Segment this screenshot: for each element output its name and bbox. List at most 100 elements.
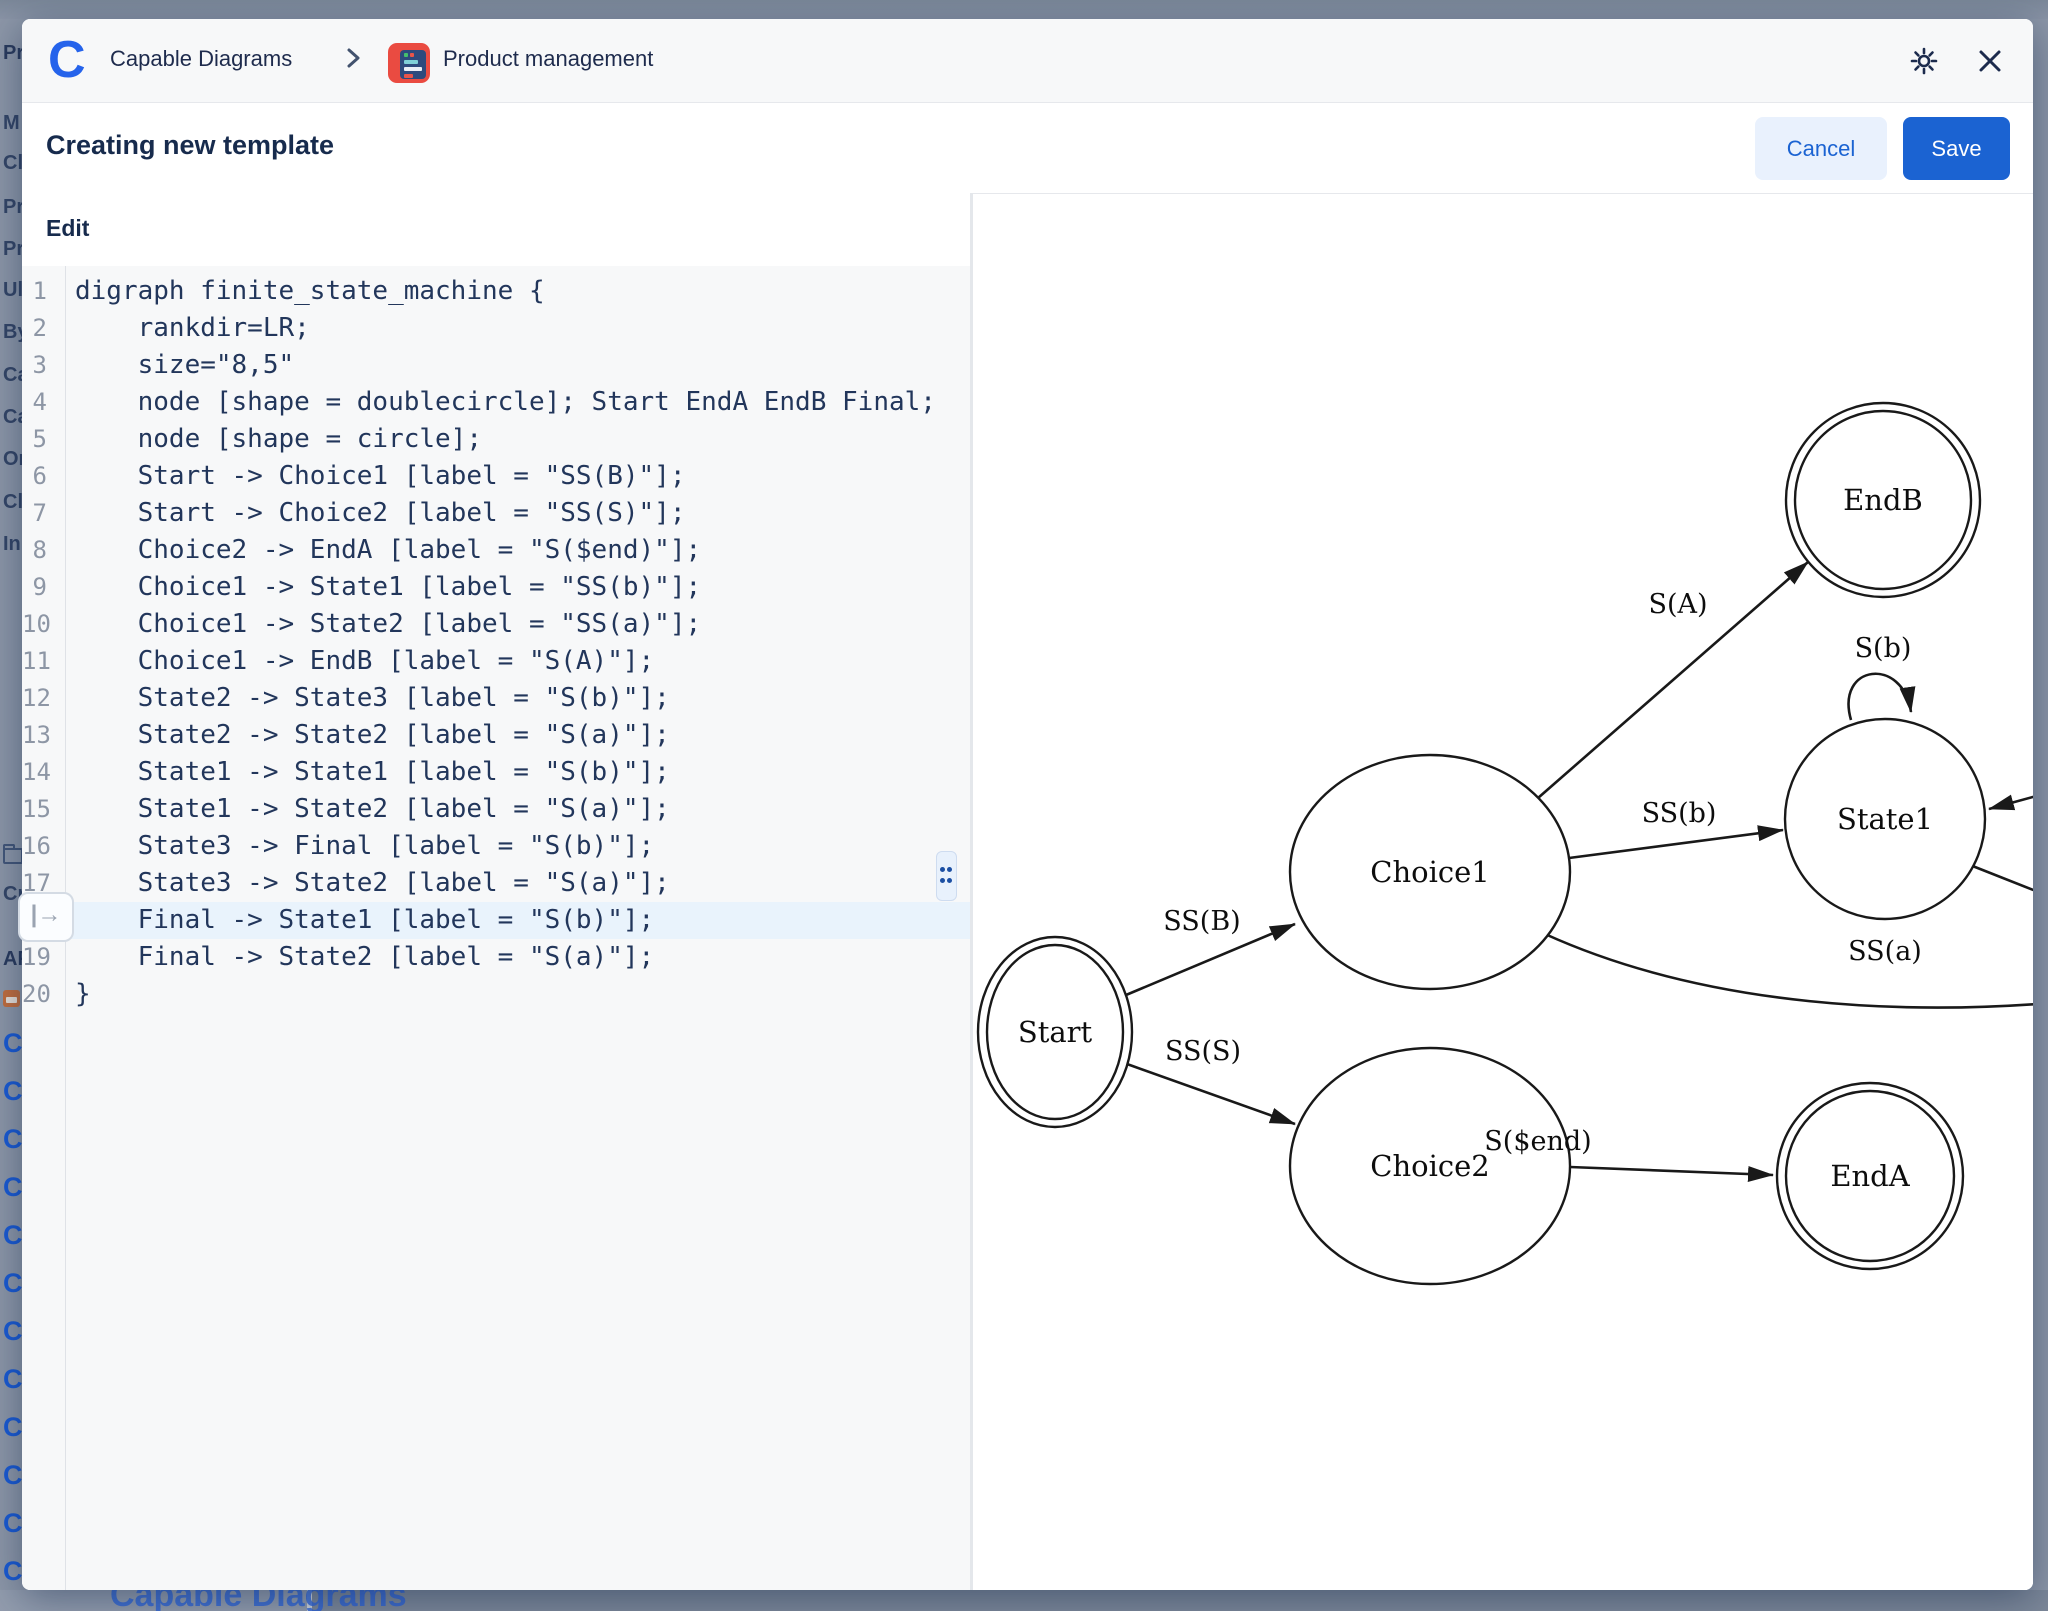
- dimmed-page-sidebar-strip: PrMClPrPrUlByCaCaOrClInCrAPCCCCCCCCCCCC: [0, 0, 22, 1611]
- sidebar-item-fragment: Cl: [3, 152, 22, 175]
- code-line[interactable]: 17 State3 -> State2 [label = "S(a)"];: [22, 865, 970, 902]
- sidebar-item-fragment: Ul: [3, 279, 22, 302]
- save-button[interactable]: Save: [1903, 117, 2010, 180]
- code-text: Start -> Choice1 [label = "SS(B)"];: [75, 458, 685, 495]
- line-number: 5: [22, 421, 47, 458]
- code-line[interactable]: 7 Start -> Choice2 [label = "SS(S)"];: [22, 495, 970, 532]
- cancel-button[interactable]: Cancel: [1755, 117, 1887, 180]
- line-number: 11: [22, 643, 47, 680]
- dimmed-page-top-strip: [0, 0, 2048, 19]
- edge-label: SS(a): [1848, 936, 1922, 967]
- code-line[interactable]: 6 Start -> Choice1 [label = "SS(B)"];: [22, 458, 970, 495]
- sidebar-item-fragment: Ca: [3, 406, 22, 429]
- code-text: Start -> Choice2 [label = "SS(S)"];: [75, 495, 685, 532]
- code-text: Choice1 -> EndB [label = "S(A)"];: [75, 643, 654, 680]
- code-line[interactable]: 5 node [shape = circle];: [22, 421, 970, 458]
- sidebar-item-fragment: M: [3, 112, 20, 135]
- sidebar-logo-icon: C: [3, 1220, 22, 1251]
- line-number: 9: [22, 569, 47, 606]
- sidebar-logo-icon: C: [3, 1508, 22, 1539]
- code-line[interactable]: 20}: [22, 976, 970, 1013]
- code-line[interactable]: 11 Choice1 -> EndB [label = "S(A)"];: [22, 643, 970, 680]
- diagram-preview: StartChoice1Choice2State1EndBEndA SS(B)S…: [973, 266, 2033, 1590]
- state-machine-diagram: StartChoice1Choice2State1EndBEndA SS(B)S…: [973, 266, 2033, 1590]
- code-text: Final -> State1 [label = "S(b)"];: [75, 902, 654, 939]
- code-text: size="8,5": [75, 347, 294, 384]
- code-text: digraph finite_state_machine {: [75, 273, 545, 310]
- sidebar-item-fragment: Pr: [3, 238, 22, 261]
- modal-header: Creating new template Cancel Save: [22, 103, 2033, 194]
- chevron-right-icon: [340, 45, 366, 71]
- close-icon[interactable]: [1974, 45, 2006, 77]
- breadcrumb-template[interactable]: Product management: [443, 46, 653, 72]
- line-number: 7: [22, 495, 47, 532]
- sidebar-logo-icon: C: [3, 1556, 22, 1587]
- pane-resize-handle[interactable]: [936, 851, 957, 901]
- code-line[interactable]: 18 Final -> State1 [label = "S(b)"];: [22, 902, 970, 939]
- code-text: State3 -> Final [label = "S(b)"];: [75, 828, 654, 865]
- line-number: 14: [22, 754, 47, 791]
- sidebar-logo-icon: C: [3, 1364, 22, 1395]
- edit-pane-label: Edit: [46, 215, 89, 242]
- code-line[interactable]: 3 size="8,5": [22, 347, 970, 384]
- code-line[interactable]: 4 node [shape = doublecircle]; Start End…: [22, 384, 970, 421]
- code-line[interactable]: 16 State3 -> Final [label = "S(b)"];: [22, 828, 970, 865]
- code-editor[interactable]: 1 digraph finite_state_machine {2 rankdir…: [22, 266, 970, 1590]
- app-tile-icon: [3, 990, 20, 1007]
- edge-Start-Choice2: [1127, 1064, 1295, 1124]
- code-line[interactable]: 1 digraph finite_state_machine {: [22, 273, 970, 310]
- node-label-EndB: EndB: [1843, 483, 1923, 517]
- edge-Choice2-EndA: [1570, 1167, 1773, 1175]
- line-number: 12: [22, 680, 47, 717]
- line-number: 16: [22, 828, 47, 865]
- sidebar-item-fragment: Pr: [3, 196, 22, 219]
- edge-label: SS(B): [1163, 906, 1240, 937]
- code-line[interactable]: 12 State2 -> State3 [label = "S(b)"];: [22, 680, 970, 717]
- gear-icon[interactable]: [1908, 45, 1940, 77]
- code-text: State2 -> State3 [label = "S(b)"];: [75, 680, 670, 717]
- code-line[interactable]: 2 rankdir=LR;: [22, 310, 970, 347]
- code-line[interactable]: 13 State2 -> State2 [label = "S(a)"];: [22, 717, 970, 754]
- edge-label: S($end): [1484, 1126, 1591, 1157]
- sidebar-logo-icon: C: [3, 1460, 22, 1491]
- node-label-State1: State1: [1837, 802, 1933, 836]
- code-text: Choice1 -> State2 [label = "SS(a)"];: [75, 606, 701, 643]
- sidebar-logo-icon: C: [3, 1268, 22, 1299]
- line-number: 3: [22, 347, 47, 384]
- breadcrumb-bar: C Capable Diagrams Product management: [22, 19, 2033, 103]
- sidebar-logo-icon: C: [3, 1172, 22, 1203]
- code-line[interactable]: 15 State1 -> State2 [label = "S(a)"];: [22, 791, 970, 828]
- line-number: 15: [22, 791, 47, 828]
- scroll-into-view-button[interactable]: |→: [18, 892, 74, 942]
- line-number: 1: [22, 273, 47, 310]
- node-label-EndA: EndA: [1830, 1159, 1910, 1193]
- sidebar-logo-icon: C: [3, 1316, 22, 1347]
- sidebar-item-fragment: Ca: [3, 364, 22, 387]
- code-text: node [shape = doublecircle]; Start EndA …: [75, 384, 936, 421]
- code-line[interactable]: 10 Choice1 -> State2 [label = "SS(a)"];: [22, 606, 970, 643]
- line-number: 13: [22, 717, 47, 754]
- product-management-icon: [388, 43, 430, 83]
- node-label-Choice1: Choice1: [1370, 855, 1489, 889]
- edge-label: S(A): [1648, 589, 1707, 620]
- breadcrumb-product[interactable]: Capable Diagrams: [110, 46, 292, 72]
- code-text: Final -> State2 [label = "S(a)"];: [75, 939, 654, 976]
- code-line[interactable]: 19 Final -> State2 [label = "S(a)"];: [22, 939, 970, 976]
- code-line[interactable]: 9 Choice1 -> State1 [label = "SS(b)"];: [22, 569, 970, 606]
- code-line[interactable]: 8 Choice2 -> EndA [label = "S($end)"];: [22, 532, 970, 569]
- edge-label: S(b): [1855, 633, 1912, 664]
- code-line[interactable]: 14 State1 -> State1 [label = "S(b)"];: [22, 754, 970, 791]
- code-text: State3 -> State2 [label = "S(a)"];: [75, 865, 670, 902]
- code-text: State2 -> State2 [label = "S(a)"];: [75, 717, 670, 754]
- folder-icon: [3, 848, 22, 864]
- dimmed-page-bottom-strip: Capable Diagrams: [0, 1590, 2048, 1611]
- code-text: }: [75, 976, 91, 1013]
- sidebar-item-fragment: Or: [3, 448, 22, 471]
- code-rows: 1 digraph finite_state_machine {2 rankdir…: [22, 273, 970, 1013]
- sidebar-item-fragment: By: [3, 321, 22, 344]
- sidebar-item-fragment: AP: [3, 948, 22, 971]
- node-label-Choice2: Choice2: [1370, 1149, 1489, 1183]
- sidebar-item-fragment: Cl: [3, 491, 22, 514]
- line-number: 4: [22, 384, 47, 421]
- sidebar-item-fragment: Pr: [3, 42, 22, 65]
